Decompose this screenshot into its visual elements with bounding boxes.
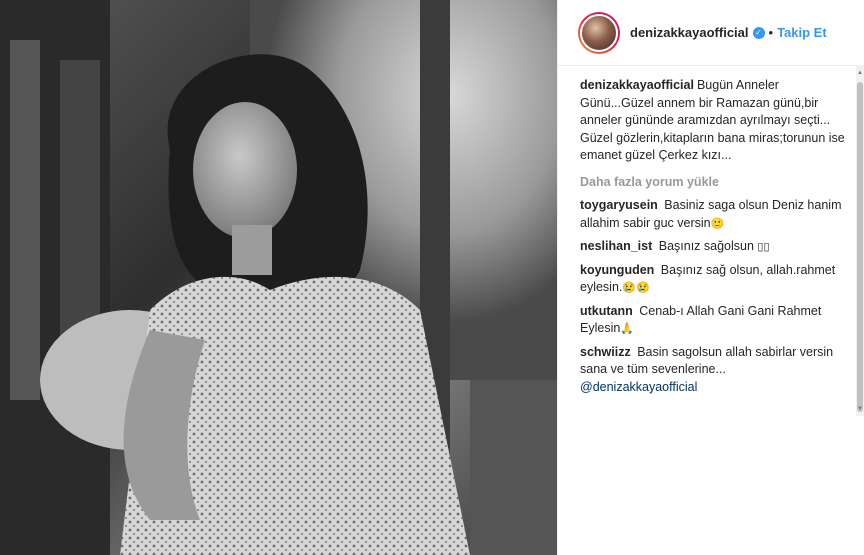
caption-username[interactable]: denizakkayaofficial xyxy=(580,78,694,92)
scroll-up-arrow-icon[interactable]: ▲ xyxy=(857,70,863,76)
comment-item: neslihan_ist Başınız sağolsun ▯▯ xyxy=(580,238,852,257)
comment-text: Başınız sağolsun xyxy=(658,239,754,253)
comment-item: toygaryusein Basiniz saga olsun Deniz ha… xyxy=(580,197,852,233)
black-and-white-portrait xyxy=(0,0,557,555)
comment-item: koyunguden Başınız sağ olsun, allah.rahm… xyxy=(580,262,852,298)
profile-avatar[interactable] xyxy=(580,13,618,52)
load-more-comments-button[interactable]: Daha fazla yorum yükle xyxy=(580,174,852,192)
scrollbar-thumb[interactable] xyxy=(857,82,863,412)
avatar-story-ring[interactable] xyxy=(578,11,620,54)
post-caption: denizakkayaofficial Bugün Anneler Günü...… xyxy=(580,77,852,165)
post-header: denizakkaya​official ✓ • Takip Et xyxy=(558,0,864,66)
comment-emoji: 🙏 xyxy=(620,323,634,335)
comment-username[interactable]: koyunguden xyxy=(580,263,654,277)
comment-emoji: 😢😢 xyxy=(622,282,650,294)
comment-username[interactable]: neslihan_ist xyxy=(580,239,652,253)
separator-dot: • xyxy=(768,25,774,40)
header-username[interactable]: denizakkaya​official xyxy=(630,25,749,40)
comment-emoji: 🙂 xyxy=(710,217,725,230)
comment-username[interactable]: schwiizz xyxy=(580,345,631,359)
post-photo[interactable] xyxy=(0,0,557,555)
comment-mention[interactable]: @denizakkayaofficial xyxy=(580,379,852,397)
post-details-panel: denizakkaya​official ✓ • Takip Et deniza… xyxy=(557,0,864,555)
comment-item: utkutann Cenab-ı Allah Gani Gani Rahmet … xyxy=(580,303,852,339)
verified-badge-icon: ✓ xyxy=(752,26,765,39)
comments-list: denizakkayaofficial Bugün Anneler Günü...… xyxy=(580,77,852,401)
comment-item: schwiizz Basin sagolsun allah sabirlar v… xyxy=(580,344,852,397)
scroll-down-arrow-icon[interactable]: ▼ xyxy=(857,406,863,412)
comment-emoji: ▯▯ xyxy=(757,241,770,253)
comment-username[interactable]: toygaryusein xyxy=(580,198,658,212)
follow-button[interactable]: Takip Et xyxy=(777,25,827,40)
comment-username[interactable]: utkutann xyxy=(580,304,633,318)
